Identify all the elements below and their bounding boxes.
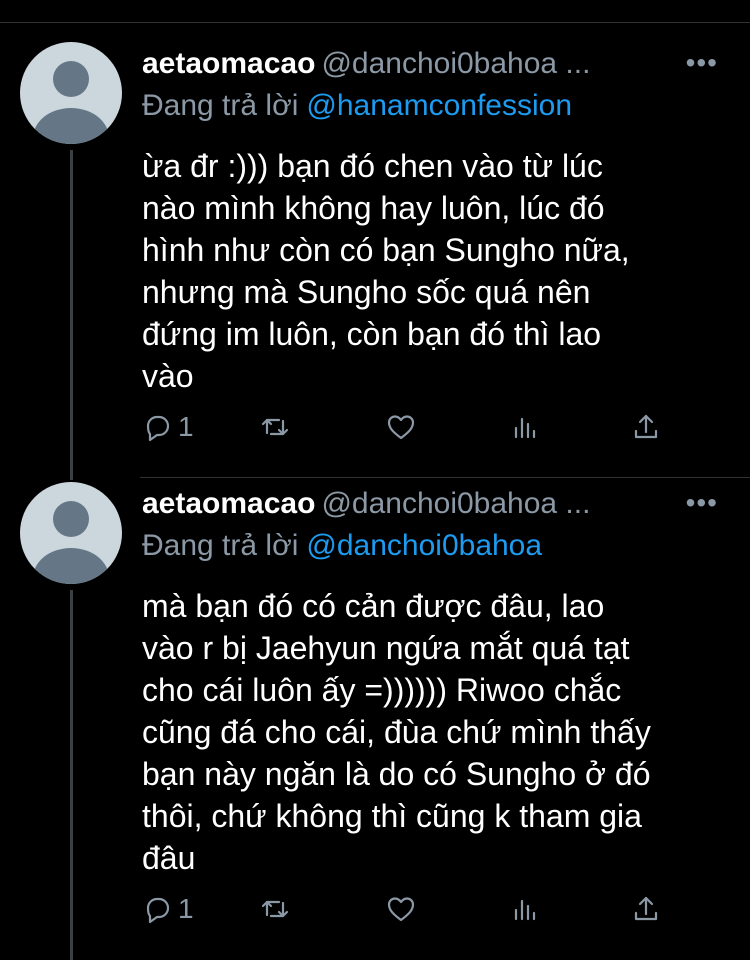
analytics-icon [514, 899, 536, 921]
display-name[interactable]: aetaomacao [142, 487, 315, 520]
reply-to-link[interactable]: @danchoi0bahoa [306, 529, 542, 562]
more-options-icon[interactable]: ••• [686, 47, 718, 79]
more-options-icon[interactable]: ••• [686, 487, 718, 519]
retweet-button[interactable] [259, 893, 291, 925]
like-button[interactable] [385, 893, 417, 925]
share-icon [634, 414, 658, 439]
thread-line [70, 590, 73, 960]
top-divider [0, 22, 750, 23]
tweet[interactable]: aetaomacao @danchoi0bahoa ... ••• Đang tr… [142, 487, 732, 947]
tweet-text: mà bạn đó có cản được đâu, lao vào r bị … [142, 588, 651, 876]
analytics-button[interactable] [508, 893, 540, 925]
user-handle[interactable]: @danchoi0bahoa ... [321, 47, 590, 80]
avatar-head [53, 501, 89, 537]
avatar[interactable] [20, 482, 122, 584]
replying-to: Đang trả lời @danchoi0bahoa [142, 529, 542, 563]
replying-to: Đang trả lời @hanamconfession [142, 89, 572, 123]
tweet-header: aetaomacao @danchoi0bahoa ... [142, 487, 732, 527]
thread-line [70, 150, 73, 480]
share-button[interactable] [630, 893, 662, 925]
share-icon [634, 896, 658, 921]
reply-icon [146, 897, 170, 924]
reply-button[interactable]: 1 [142, 893, 194, 925]
like-button[interactable] [385, 411, 417, 443]
user-handle[interactable]: @danchoi0bahoa ... [321, 487, 590, 520]
tweet-text: ừa đr :))) bạn đó chen vào từ lúc nào mì… [142, 148, 630, 394]
analytics-icon [514, 417, 536, 439]
tweet[interactable]: aetaomacao @danchoi0bahoa ... ••• Đang tr… [142, 47, 732, 467]
reply-to-link[interactable]: @hanamconfession [306, 89, 572, 122]
avatar-body [33, 548, 109, 584]
reply-prefix: Đang trả lời [142, 89, 299, 122]
reply-icon [146, 415, 170, 442]
avatar[interactable] [20, 42, 122, 144]
reply-button[interactable]: 1 [142, 411, 194, 443]
analytics-button[interactable] [508, 411, 540, 443]
action-bar: 1 [142, 411, 732, 451]
share-button[interactable] [630, 411, 662, 443]
tweet-header: aetaomacao @danchoi0bahoa ... [142, 47, 732, 87]
display-name[interactable]: aetaomacao [142, 47, 315, 80]
retweet-icon [261, 900, 289, 918]
avatar-head [53, 61, 89, 97]
action-bar: 1 [142, 893, 732, 933]
reply-count: 1 [178, 411, 194, 442]
like-icon [387, 897, 415, 922]
like-icon [387, 415, 415, 440]
reply-prefix: Đang trả lời [142, 529, 299, 562]
reply-count: 1 [178, 893, 194, 924]
avatar-body [33, 108, 109, 144]
tweet-divider [140, 477, 750, 478]
retweet-icon [261, 418, 289, 436]
retweet-button[interactable] [259, 411, 291, 443]
